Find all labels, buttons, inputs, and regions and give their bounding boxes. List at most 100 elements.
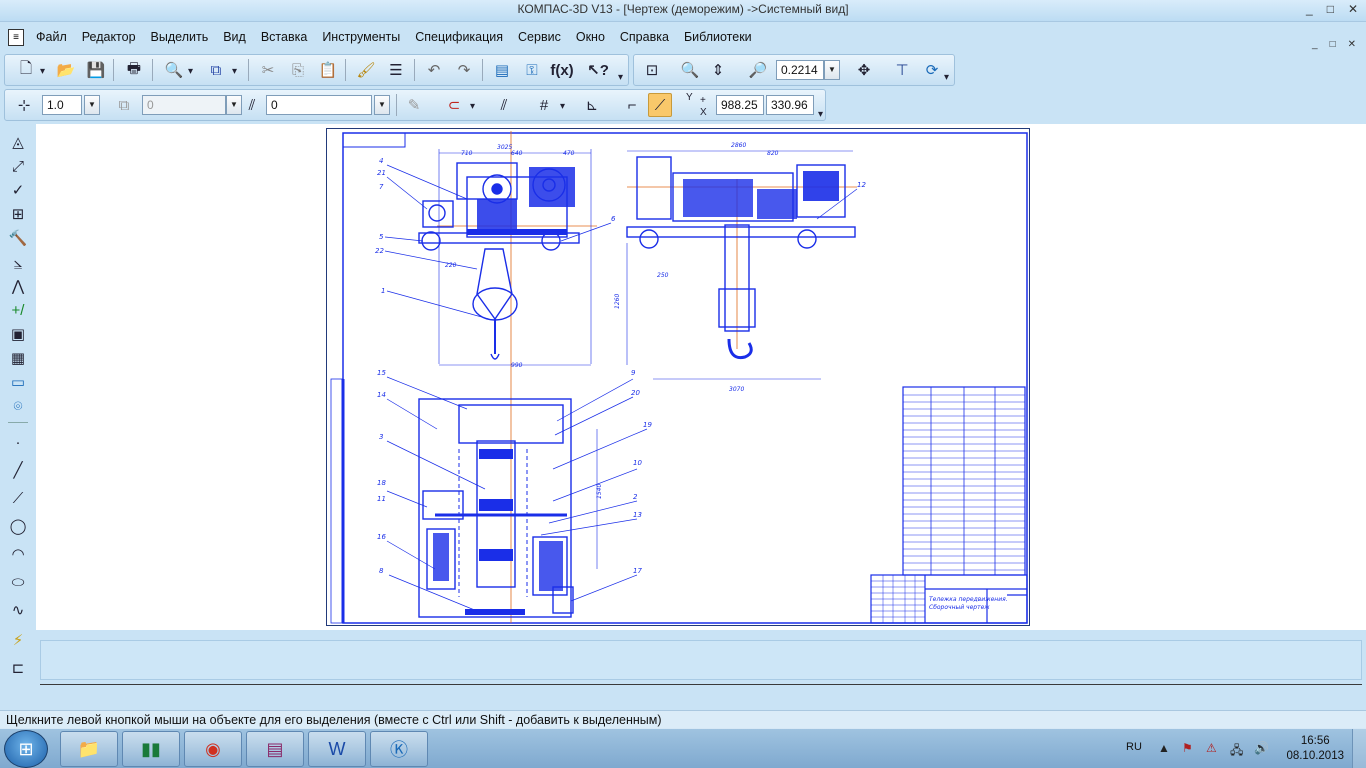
chevron-down-icon[interactable]: ▾ — [470, 101, 475, 112]
undo-icon[interactable]: ↶ — [422, 58, 446, 82]
style-icon[interactable]: ⫽ — [240, 93, 264, 117]
step-cursor-icon[interactable]: ⊹ — [12, 93, 36, 117]
close-button[interactable]: ✕ — [1348, 2, 1358, 16]
help-icon[interactable]: ↖? — [586, 58, 610, 82]
network-icon[interactable]: 🖧 — [1230, 741, 1243, 762]
new-doc-icon[interactable]: 🗋 — [14, 58, 38, 82]
ellipse-icon[interactable]: ⬭ — [6, 570, 30, 594]
geometry-icon[interactable]: ◬ — [6, 130, 30, 154]
explorer-icon[interactable]: 📁 — [60, 731, 118, 767]
doc-minimize-button[interactable]: _ — [1312, 39, 1318, 50]
circle-icon[interactable]: ◯ — [6, 514, 30, 538]
open-icon[interactable]: 📂 — [54, 58, 78, 82]
layer-icon[interactable]: ⧉ — [112, 93, 136, 117]
brush-icon[interactable]: 🖌 — [354, 58, 378, 82]
chrome-icon[interactable]: ◉ — [184, 731, 242, 767]
manager-icon[interactable]: ⧉ — [204, 58, 228, 82]
ortho-icon[interactable]: ⫽ — [492, 93, 516, 117]
zoom-scale-icon[interactable]: 🔎 — [746, 58, 770, 82]
menu-insert[interactable]: Вставка — [261, 30, 307, 44]
local-cs-icon[interactable]: ⊾ — [580, 93, 604, 117]
menu-specification[interactable]: Спецификация — [415, 30, 503, 44]
select-icon[interactable]: ⋀ — [6, 274, 30, 298]
contour-tool-icon[interactable]: ⌾ — [6, 394, 30, 418]
coord-y-input[interactable]: 330.96 — [766, 95, 814, 115]
menu-edit[interactable]: Редактор — [82, 30, 136, 44]
menu-help[interactable]: Справка — [620, 30, 669, 44]
chevron-down-icon[interactable]: ▾ — [944, 72, 949, 83]
spline-icon[interactable]: ∿ — [6, 598, 30, 622]
doc-restore-button[interactable]: □ — [1330, 39, 1336, 50]
refresh-icon[interactable]: ⟳ — [920, 58, 944, 82]
round-icon[interactable]: ⌐ — [620, 93, 644, 117]
language-indicator[interactable]: RU — [1126, 741, 1142, 753]
maximize-button[interactable]: □ — [1327, 2, 1334, 16]
warning-icon[interactable]: ⚠ — [1206, 741, 1217, 755]
symbols-icon[interactable]: ✓ — [6, 178, 30, 202]
preview-icon[interactable]: 🔍 — [162, 58, 186, 82]
cut-icon[interactable]: ✂ — [256, 58, 280, 82]
menu-service[interactable]: Сервис — [518, 30, 561, 44]
chevron-down-icon[interactable]: ▼ — [84, 95, 100, 115]
redo-icon[interactable]: ↷ — [452, 58, 476, 82]
spec-icon[interactable]: ▣ — [6, 322, 30, 346]
point-icon[interactable]: · — [6, 430, 30, 454]
line-icon[interactable]: ╱ — [6, 458, 30, 482]
chevron-down-icon[interactable]: ▾ — [232, 66, 237, 77]
menu-window[interactable]: Окно — [576, 30, 605, 44]
step-input[interactable]: 1.0 — [42, 95, 82, 115]
winrar-icon[interactable]: ▤ — [246, 731, 304, 767]
drawing-sheet[interactable]: 4 21 7 5 22 1 6 12 15 14 3 18 11 16 8 9 … — [326, 128, 1030, 626]
layers-icon[interactable]: ▤ — [490, 58, 514, 82]
chevron-down-icon[interactable]: ▾ — [560, 101, 565, 112]
zoom-dynamic-icon[interactable]: ⇕ — [706, 58, 730, 82]
chevron-down-icon[interactable]: ▼ — [824, 60, 840, 80]
chevron-down-icon[interactable]: ▾ — [818, 109, 823, 120]
save-icon[interactable]: 💾 — [84, 58, 108, 82]
coord-x-input[interactable]: 988.25 — [716, 95, 764, 115]
zoom-icon[interactable]: 🔍 — [678, 58, 702, 82]
properties-icon[interactable]: ☰ — [384, 58, 408, 82]
edit-icon[interactable]: ⊞ — [6, 202, 30, 226]
chevron-down-icon[interactable]: ▾ — [40, 66, 45, 77]
segment-icon[interactable]: ⟋ — [6, 486, 30, 510]
volume-icon[interactable]: 🔊 — [1254, 741, 1269, 755]
menu-select[interactable]: Выделить — [151, 30, 209, 44]
contour-icon[interactable]: ⊏ — [6, 656, 30, 680]
chevron-down-icon[interactable]: ▼ — [374, 95, 390, 115]
pencil-icon[interactable]: ✎ — [402, 93, 426, 117]
pan-icon[interactable]: ✥ — [852, 58, 876, 82]
parametric-mode-icon[interactable]: ⟋ — [648, 93, 672, 117]
insert-icon[interactable]: ▭ — [6, 370, 30, 394]
paste-icon[interactable]: 📋 — [316, 58, 340, 82]
fill-icon[interactable]: ⚡ — [6, 628, 30, 652]
menu-libraries[interactable]: Библиотеки — [684, 30, 752, 44]
word-icon[interactable]: W — [308, 731, 366, 767]
menu-file[interactable]: Файл — [36, 30, 67, 44]
drawing-canvas[interactable]: 4 21 7 5 22 1 6 12 15 14 3 18 11 16 8 9 … — [36, 124, 1366, 630]
print-icon[interactable]: 🖶 — [122, 58, 146, 82]
variables-icon[interactable]: ⚿ — [520, 58, 544, 82]
report-icon[interactable]: ▦ — [6, 346, 30, 370]
menu-tools[interactable]: Инструменты — [322, 30, 400, 44]
books-icon[interactable]: ▮▮ — [122, 731, 180, 767]
parametrize-icon[interactable]: 🔨 — [6, 226, 30, 250]
magnet-snap-icon[interactable]: ⊂ — [442, 93, 466, 117]
measure-icon[interactable]: ⦥ — [6, 250, 30, 274]
kompas-icon[interactable]: Ⓚ — [370, 731, 428, 767]
associative-icon[interactable]: +/ — [6, 298, 30, 322]
windows-start-icon[interactable]: ⊞ — [4, 730, 48, 768]
arc-icon[interactable]: ◠ — [6, 542, 30, 566]
minimize-button[interactable]: _ — [1306, 2, 1313, 16]
menu-view[interactable]: Вид — [223, 30, 246, 44]
grid-icon[interactable]: # — [532, 93, 556, 117]
style-input[interactable]: 0 — [266, 95, 372, 115]
chevron-down-icon[interactable]: ▾ — [188, 66, 193, 77]
flag-icon[interactable]: ⚑ — [1182, 741, 1193, 755]
fx-icon[interactable]: f(x) — [550, 58, 574, 82]
zoom-scale-input[interactable]: 0.2214 — [776, 60, 824, 80]
dimensions-icon[interactable]: ⤢ — [6, 154, 30, 178]
crane-icon[interactable]: ⊤ — [890, 58, 914, 82]
kompas-doc-icon[interactable]: ≡ — [8, 29, 24, 46]
zoom-window-icon[interactable]: ⊡ — [640, 58, 664, 82]
